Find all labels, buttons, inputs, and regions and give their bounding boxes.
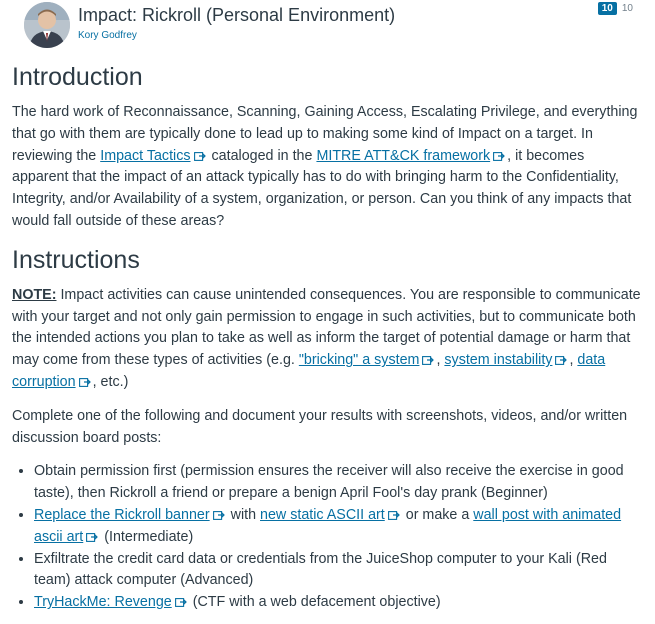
avatar-image (24, 2, 70, 48)
list-item: Exfiltrate the credit card data or crede… (34, 549, 643, 593)
reply-counts: 10 10 (597, 2, 635, 15)
total-count: 10 (621, 3, 633, 14)
external-link-icon (555, 356, 568, 366)
mitre-attack-link[interactable]: MITRE ATT&CK framework (316, 148, 490, 164)
author-link[interactable]: Kory Godfrey (78, 30, 137, 41)
external-link-icon (212, 511, 225, 520)
list-item: TryHackMe: Revenge (CTF with a web defac… (34, 592, 643, 614)
introduction-paragraph: The hard work of Reconnaissance, Scannin… (12, 102, 643, 233)
avatar[interactable] (24, 2, 70, 48)
intro-text: cataloged in the (207, 147, 317, 164)
list-item-text: or make a (401, 506, 474, 523)
note-label: NOTE: (12, 286, 57, 303)
external-link-icon (387, 511, 400, 520)
ascii-art-link[interactable]: new static ASCII art (260, 507, 385, 523)
list-item: Replace the Rickroll banner with new sta… (34, 505, 643, 549)
list-item-text: Obtain permission first (permission ensu… (34, 463, 624, 502)
list-item-text: (CTF with a web defacement objective) (188, 594, 441, 611)
introduction-heading: Introduction (12, 63, 143, 91)
external-link-icon (422, 356, 435, 366)
external-link-icon (174, 598, 187, 608)
options-list: Obtain permission first (permission ensu… (12, 461, 643, 614)
list-item-text: (Intermediate) (100, 528, 194, 545)
external-link-icon (78, 378, 91, 387)
list-item-text: with (226, 506, 261, 523)
system-instability-link[interactable]: system instability (444, 352, 552, 368)
page-title: Impact: Rickroll (Personal Environment) (78, 5, 396, 25)
external-link-icon (493, 151, 505, 161)
note-paragraph: NOTE: Impact activities can cause uninte… (12, 285, 643, 394)
note-text: , etc.) (92, 373, 129, 390)
unread-count-badge: 10 (597, 2, 617, 15)
list-item: Obtain permission first (permission ensu… (34, 461, 643, 505)
external-link-icon (86, 532, 99, 542)
bricking-link[interactable]: "bricking" a system (299, 352, 420, 368)
discussion-header: Impact: Rickroll (Personal Environment) … (12, 0, 643, 52)
tryhackme-revenge-link[interactable]: TryHackMe: Revenge (34, 594, 172, 610)
instructions-heading: Instructions (12, 245, 140, 274)
replace-banner-link[interactable]: Replace the Rickroll banner (34, 507, 210, 523)
impact-tactics-link[interactable]: Impact Tactics (100, 148, 190, 164)
list-item-text: Exfiltrate the credit card data or crede… (34, 550, 607, 589)
discussion-page: Impact: Rickroll (Personal Environment) … (0, 0, 655, 624)
complete-paragraph: Complete one of the following and docume… (12, 407, 628, 446)
external-link-icon (193, 151, 206, 161)
